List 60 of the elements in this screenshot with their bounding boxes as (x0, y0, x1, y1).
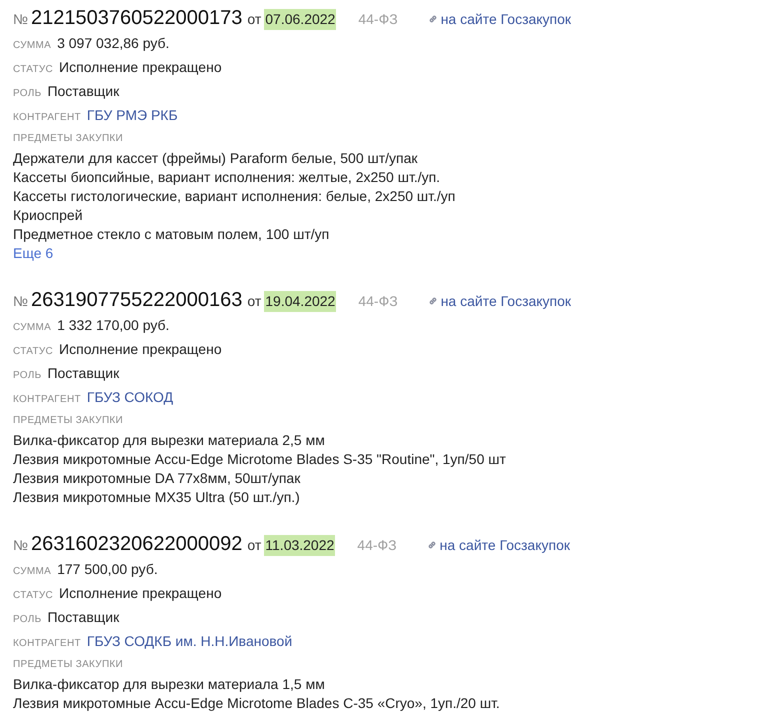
contract-number: 2631907755222000163 (31, 288, 242, 313)
field-value: Поставщик (47, 608, 120, 627)
field-value: Исполнение прекращено (59, 340, 222, 359)
number-sign: № (13, 292, 28, 311)
subject-item: Лезвия микротомные MX35 Ultra (50 шт./уп.) (13, 488, 301, 507)
source-link[interactable]: на сайте Госзакупок (426, 534, 570, 556)
date-prefix: от (247, 10, 262, 29)
field-value: 1 332 170,00 руб. (57, 316, 170, 335)
contract-number: 2631602320622000092 (31, 532, 242, 557)
number-sign: № (13, 10, 28, 29)
field-value: 177 500,00 руб. (57, 560, 158, 579)
subject-item: Криоспрей (13, 206, 84, 225)
link-icon (428, 296, 438, 306)
date-prefix: от (247, 292, 262, 311)
field-label: СУММА (13, 565, 52, 579)
field-value: Исполнение прекращено (59, 58, 222, 77)
field-value: 3 097 032,86 руб. (57, 34, 170, 53)
field-label: РОЛЬ (13, 369, 42, 383)
source-link[interactable]: на сайте Госзакупок (428, 8, 572, 30)
contract-date: 19.04.2022 (264, 291, 336, 312)
contractor-link[interactable]: ГБУЗ СОДКБ им. Н.Н.Ивановой (86, 631, 292, 652)
field-label: КОНТРАГЕНТ (13, 637, 81, 651)
contract-date: 11.03.2022 (264, 535, 336, 556)
contract-number: 2121503760522000173 (31, 6, 242, 31)
subject-item: Лезвия микротомные DA 77x8мм, 50шт/упак (13, 469, 302, 488)
field-value: Исполнение прекращено (59, 584, 222, 603)
field-label: РОЛЬ (13, 87, 42, 101)
field-label: СТАТУС (13, 589, 54, 603)
subject-item: Лезвия микротомные Accu-Edge Microtome Blades S-35 "Routine", 1уп/50 шт (13, 450, 507, 469)
contract-date: 07.06.2022 (264, 9, 336, 30)
law-label: 44-ФЗ (357, 536, 397, 555)
link-icon (428, 14, 438, 24)
field-label: СУММА (13, 321, 52, 335)
subjects-label: ПРЕДМЕТЫ ЗАКУПКИ (13, 658, 124, 672)
field-label: КОНТРАГЕНТ (13, 111, 81, 125)
number-sign: № (13, 536, 28, 555)
source-link[interactable]: на сайте Госзакупок (428, 290, 572, 312)
field-label: СТАТУС (13, 345, 54, 359)
subject-item: Предметное стекло с матовым полем, 100 шт/уп (13, 225, 330, 244)
subjects-label: ПРЕДМЕТЫ ЗАКУПКИ (13, 132, 124, 146)
subject-item: Держатели для кассет (фреймы) Paraform белые, 500 шт/упак (13, 149, 419, 168)
field-value: Поставщик (47, 82, 120, 101)
subject-item: Кассеты биопсийные, вариант исполнения: желтые, 2x250 шт./уп. (13, 168, 442, 187)
subject-item: Вилка-фиксатор для вырезки материала 2,5 мм (13, 431, 326, 450)
field-label: СТАТУС (13, 63, 54, 77)
field-label: СУММА (13, 39, 52, 53)
subject-item: Вилка-фиксатор для вырезки материала 1,5 мм (13, 675, 326, 694)
link-icon (426, 540, 437, 550)
contractor-link[interactable]: ГБУ РМЭ РКБ (86, 105, 178, 126)
field-label: РОЛЬ (13, 613, 42, 627)
contractor-link[interactable]: ГБУЗ СОКОД (86, 387, 174, 408)
field-label: КОНТРАГЕНТ (13, 393, 81, 407)
date-prefix: от (247, 536, 262, 555)
subject-item: Лезвия микротомные Accu-Edge Microtome Blades C-35 «Cryo», 1уп./20 шт. (13, 694, 501, 713)
field-value: Поставщик (47, 364, 120, 383)
show-more-link[interactable]: Еще 6 (13, 244, 54, 263)
law-label: 44-ФЗ (358, 10, 398, 29)
subjects-label: ПРЕДМЕТЫ ЗАКУПКИ (13, 414, 124, 428)
law-label: 44-ФЗ (358, 292, 398, 311)
subject-item: Кассеты гистологические, вариант исполнения: белые, 2x250 шт./уп (13, 187, 456, 206)
